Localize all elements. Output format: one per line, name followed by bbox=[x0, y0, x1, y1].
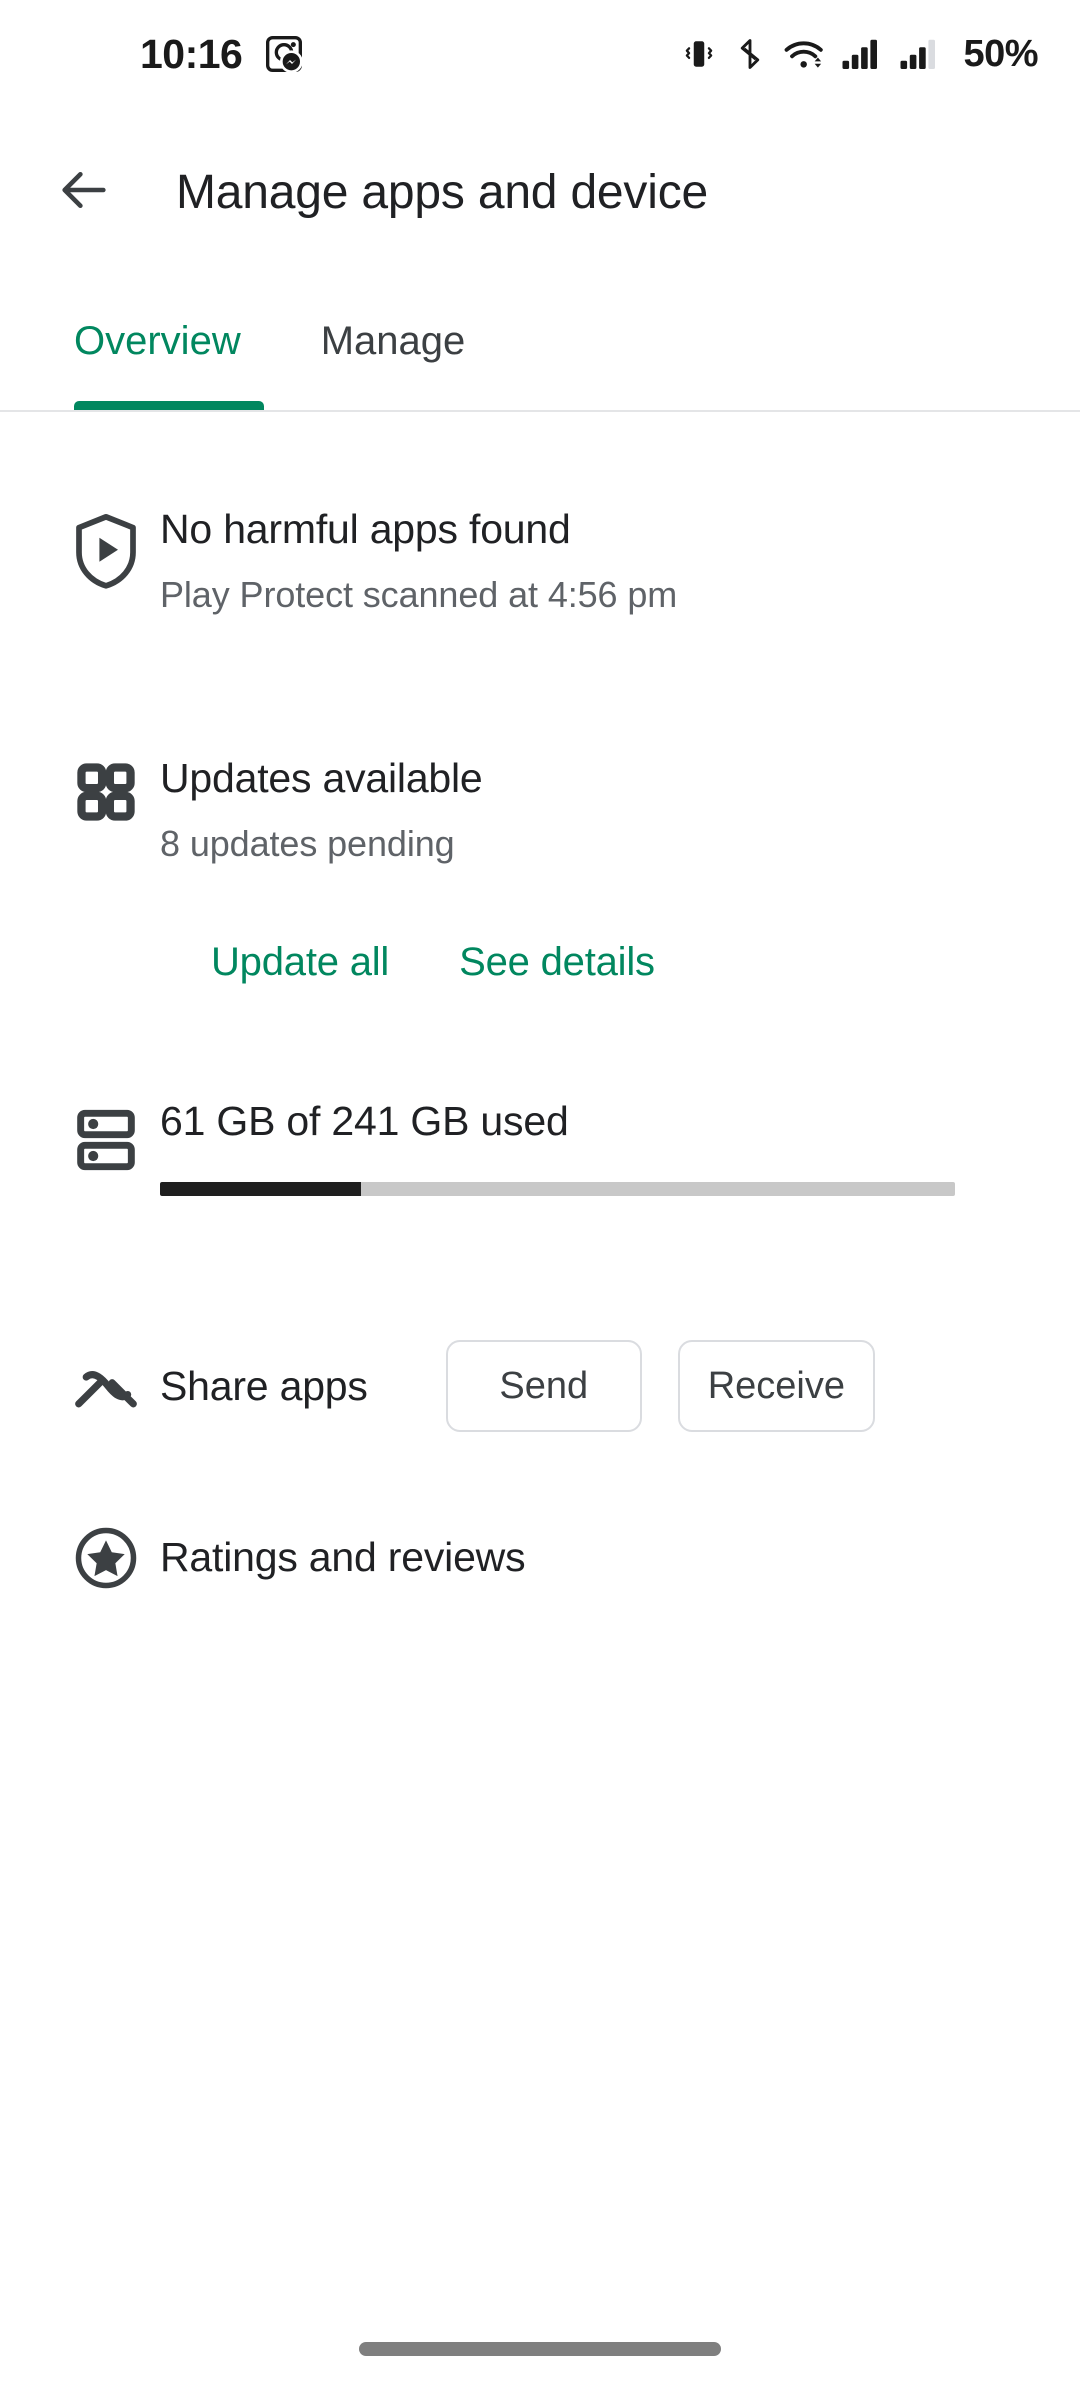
play-protect-body: No harmful apps found Play Protect scann… bbox=[160, 506, 1080, 616]
bluetooth-icon bbox=[733, 37, 767, 71]
home-gesture-pill[interactable] bbox=[359, 2342, 721, 2356]
signal-sim2-icon bbox=[899, 36, 941, 72]
updates-title: Updates available bbox=[160, 755, 483, 801]
see-details-button[interactable]: See details bbox=[459, 940, 655, 985]
storage-progress-bar bbox=[160, 1181, 955, 1196]
play-protect-title: No harmful apps found bbox=[160, 506, 571, 552]
tab-manage[interactable]: Manage bbox=[321, 319, 466, 370]
updates-actions: Update all See details bbox=[0, 940, 1080, 985]
apps-grid-icon bbox=[52, 755, 160, 865]
vibrate-icon bbox=[681, 36, 717, 72]
storage-title: 61 GB of 241 GB used bbox=[160, 1098, 569, 1144]
update-all-button[interactable]: Update all bbox=[211, 940, 389, 985]
updates-row[interactable]: Updates available 8 updates pending bbox=[0, 755, 1080, 865]
updates-subtitle: 8 updates pending bbox=[160, 822, 455, 864]
receive-button[interactable]: Receive bbox=[677, 1340, 876, 1432]
status-bar: 10:16 50% bbox=[0, 0, 1080, 108]
star-circle-icon bbox=[52, 1525, 160, 1591]
status-bar-right: 50% bbox=[681, 33, 1038, 76]
storage-body: 61 GB of 241 GB used bbox=[160, 1098, 1080, 1196]
messenger-notification-icon bbox=[264, 34, 304, 74]
storage-icon bbox=[52, 1098, 160, 1196]
play-protect-subtitle: Play Protect scanned at 4:56 pm bbox=[160, 573, 678, 615]
ratings-body: Ratings and reviews bbox=[160, 1534, 1080, 1582]
storage-progress-fill bbox=[160, 1181, 362, 1196]
ratings-and-reviews-row[interactable]: Ratings and reviews bbox=[0, 1525, 1080, 1591]
app-bar: Manage apps and device bbox=[0, 108, 1080, 276]
tab-bar-divider bbox=[0, 410, 1080, 412]
updates-body: Updates available 8 updates pending bbox=[160, 755, 1080, 865]
send-button[interactable]: Send bbox=[445, 1340, 642, 1432]
signal-sim1-icon bbox=[841, 36, 883, 72]
share-apps-label: Share apps bbox=[160, 1362, 368, 1409]
storage-row[interactable]: 61 GB of 241 GB used bbox=[0, 1098, 1080, 1196]
play-protect-row[interactable]: No harmful apps found Play Protect scann… bbox=[0, 506, 1080, 616]
wifi-icon bbox=[783, 33, 825, 75]
tab-bar: Overview Manage bbox=[0, 280, 1080, 412]
arrow-back-icon bbox=[55, 161, 113, 224]
tab-active-indicator bbox=[74, 401, 264, 410]
share-apps-row: Share apps Send Receive bbox=[0, 1340, 1080, 1432]
play-protect-shield-icon bbox=[52, 506, 160, 616]
page-title: Manage apps and device bbox=[176, 165, 708, 219]
nearby-share-icon bbox=[52, 1359, 160, 1413]
app-screen: 10:16 50% Manage apps and device Overvie… bbox=[0, 0, 1080, 2400]
status-bar-left: 10:16 bbox=[0, 31, 304, 78]
tab-overview[interactable]: Overview bbox=[74, 319, 241, 370]
status-clock: 10:16 bbox=[140, 30, 243, 77]
share-apps-body: Share apps Send Receive bbox=[160, 1340, 1080, 1432]
ratings-label: Ratings and reviews bbox=[160, 1534, 526, 1581]
battery-percent-label: 50% bbox=[963, 32, 1038, 75]
back-button[interactable] bbox=[36, 144, 132, 240]
